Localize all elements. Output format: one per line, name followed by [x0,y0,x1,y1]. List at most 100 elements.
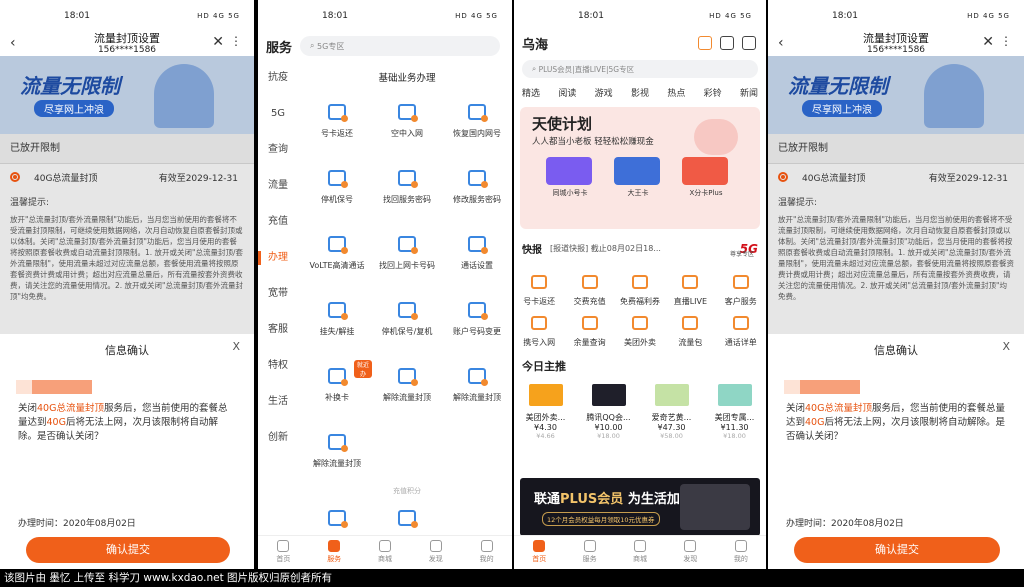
radio-icon [778,172,788,182]
tab-1[interactable]: 服务 [564,536,614,569]
dialog-close-button[interactable]: X [232,340,240,353]
cap-item[interactable]: 40G总流量封顶 有效至2029-12-31 [0,164,254,190]
close-icon[interactable]: ✕ [212,34,224,50]
service-item[interactable]: 恢复国内网号 [442,96,512,154]
shortcut-item[interactable]: 通话详单 [716,315,766,348]
service-item[interactable]: 解除流量封顶 [442,360,512,418]
close-icon[interactable]: ✕ [982,34,994,50]
banner-title: 流量无限制 [20,74,120,98]
product-item[interactable]: 美团专属... ¥11.30 ¥18.00 [711,384,759,440]
scan-icon[interactable] [720,36,734,50]
channel-tab[interactable]: 精选 [522,86,540,99]
tab-3[interactable]: 发现 [665,536,715,569]
city-selector[interactable]: 乌海 [522,34,690,53]
sim-card[interactable]: 大王卡 [614,157,662,198]
tab-label: 首页 [532,555,547,563]
channel-tab[interactable]: 游戏 [595,86,613,99]
category-item[interactable]: 流量 [258,168,298,204]
tab-label: 服务 [327,555,342,563]
banner[interactable]: 流量无限制 尽享网上冲浪 [768,56,1024,134]
back-icon[interactable]: ‹ [10,35,16,51]
service-item[interactable]: 空中入网 [372,96,442,154]
service-item[interactable]: 停机保号 [302,162,372,220]
shortcut-item[interactable]: 交费充值 [564,274,614,307]
qr-icon[interactable] [742,36,756,50]
search-input[interactable]: ⌕ PLUS会员|直播LIVE|5G专区 [522,60,758,78]
service-item[interactable]: 账户号码变更 [442,294,512,352]
shortcut-item[interactable]: 流量包 [665,315,715,348]
panel-home: 18:01 HD 4G 5G 乌海 ⌕ PLUS会员|直播LIVE|5G专区 精选… [514,0,766,569]
shortcut-item[interactable]: 余量查询 [564,315,614,348]
channel-tab[interactable]: 阅读 [558,86,576,99]
tab-4[interactable]: 我的 [461,536,512,569]
channel-tab[interactable]: 影视 [631,86,649,99]
tab-4[interactable]: 我的 [716,536,766,569]
category-item[interactable]: 生活 [258,384,298,420]
shortcut-item[interactable]: 客户服务 [716,274,766,307]
op-time: 办理时间：2020年08月02日 [18,519,136,529]
dialog-close-button[interactable]: X [1002,340,1010,353]
category-item[interactable]: 查询 [258,132,298,168]
channel-tab[interactable]: 彩铃 [704,86,722,99]
sim-card[interactable]: 同城小号卡 [546,157,594,198]
op-time: 办理时间：2020年08月02日 [786,519,904,529]
banner-subtitle: 尽享网上冲浪 [34,100,114,117]
back-icon[interactable]: ‹ [778,35,784,51]
tab-label: 商城 [377,555,392,563]
shortcut-item[interactable]: 直播LIVE [665,274,715,307]
service-item[interactable]: VoLTE高清通话 [302,228,372,286]
sim-card[interactable]: X分卡Plus [682,157,730,198]
confirm-button[interactable]: 确认提交 [26,537,230,563]
section-title: 基础业务办理 [378,73,436,84]
service-icon [468,104,488,122]
category-item[interactable]: 办理 [258,240,298,276]
tab-2[interactable]: 商城 [360,536,411,569]
service-item[interactable]: 停机保号/复机 [372,294,442,352]
category-item[interactable]: 抗疫 [258,60,298,96]
service-item[interactable]: 解除流量封顶 [372,360,442,418]
channel-tab[interactable]: 热点 [667,86,685,99]
news-ticker[interactable]: 快报 [报道快报] 截止08月02日18... 5G [514,241,766,257]
service-item[interactable]: 找回服务密码 [372,162,442,220]
category-item[interactable]: 客服 [258,312,298,348]
shortcut-item[interactable]: 号卡返还 [514,274,564,307]
service-item[interactable]: 找回上网卡号码 [372,228,442,286]
product-item[interactable]: 美团外卖... ¥4.30 ¥4.66 [522,384,570,440]
tab-3[interactable]: 发现 [410,536,461,569]
service-item[interactable]: 通话设置 [442,228,512,286]
banner[interactable]: 流量无限制 尽享网上冲浪 [0,56,254,134]
service-item[interactable]: 就近办 补换卡 [302,360,372,418]
category-item[interactable]: 宽带 [258,276,298,312]
category-item[interactable]: 创新 [258,420,298,456]
category-item[interactable]: 5G [258,96,298,132]
tab-1[interactable]: 服务 [309,536,360,569]
shortcut-item[interactable]: 携号入网 [514,315,564,348]
service-item[interactable]: 解除流量封顶 [302,426,372,484]
tab-0[interactable]: 首页 [258,536,309,569]
card-name: 同城小号卡 [552,189,588,197]
category-item[interactable]: 特权 [258,348,298,384]
channel-tab[interactable]: 新闻 [740,86,758,99]
shortcut-label: 号卡返还 [523,297,556,306]
product-item[interactable]: 腾讯QQ会... ¥10.00 ¥18.00 [585,384,633,440]
calendar-icon[interactable] [698,36,712,50]
banner-subtitle: 尽享网上冲浪 [802,100,882,117]
search-input[interactable]: ⌕ 5G专区 [300,36,500,56]
category-item[interactable]: 充值 [258,204,298,240]
more-icon[interactable]: ⋮ [230,34,242,48]
confirm-button[interactable]: 确认提交 [794,537,1000,563]
tab-2[interactable]: 商城 [615,536,665,569]
tab-0[interactable]: 首页 [514,536,564,569]
plus-banner[interactable]: 联通PLUS会员 为生活加分 12个月会员权益每月领取10元优惠券 [520,478,760,536]
service-item[interactable]: 修改服务密码 [442,162,512,220]
service-item[interactable]: 挂失/解挂 [302,294,372,352]
product-item[interactable]: 爱奇艺黄... ¥47.30 ¥58.00 [648,384,696,440]
more-icon[interactable]: ⋮ [1000,34,1012,48]
bottom-tabbar: 首页 服务 商城 发现 我的 [258,535,512,569]
cap-item[interactable]: 40G总流量封顶 有效至2029-12-31 [768,164,1024,190]
angel-plan-banner[interactable]: 天使计划 人人都当小老板 轻轻松松赚现金 同城小号卡 大王卡 X分卡Plus [520,107,760,229]
shortcut-item[interactable]: 美团外卖 [615,315,665,348]
service-item[interactable]: 号卡返还 [302,96,372,154]
angel-illustration [694,119,738,155]
shortcut-item[interactable]: 免费福利券 [615,274,665,307]
